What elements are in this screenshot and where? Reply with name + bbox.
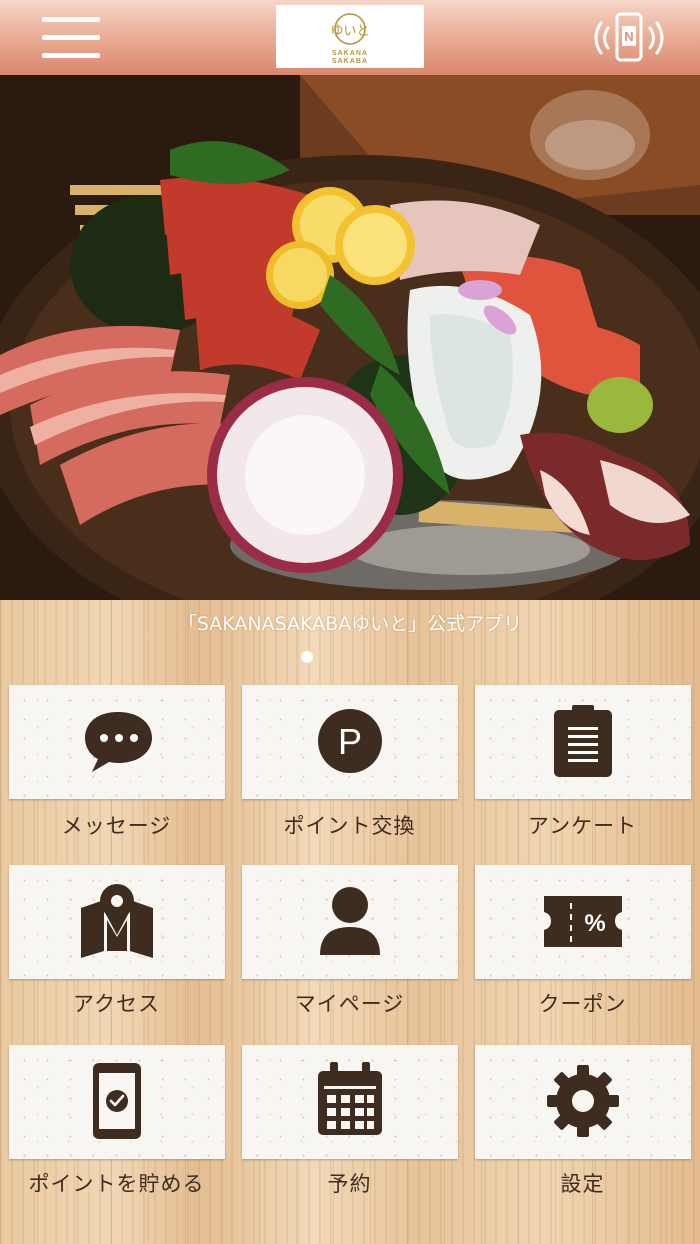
coupon-icon: %: [544, 896, 622, 947]
message-bubble-icon: [85, 712, 152, 772]
menu-label-survey: アンケート: [527, 814, 638, 838]
menu-tile-message[interactable]: [9, 685, 225, 799]
app-tagline: 「SAKANASAKABAゆいと」公式アプリ: [177, 613, 523, 635]
clipboard-icon: [554, 705, 612, 777]
menu-label-reservation: 予約: [327, 1172, 372, 1196]
logo-glyphs: ゆいと: [330, 24, 369, 39]
store-logo: ゆいと SAKANA SAKABA: [276, 5, 424, 68]
svg-text:N: N: [624, 29, 633, 44]
coupon-symbol: %: [584, 910, 605, 937]
gear-icon: [547, 1065, 619, 1137]
menu-tile-settings[interactable]: [475, 1045, 691, 1159]
menu-tile-earn-points[interactable]: [9, 1045, 225, 1159]
menu-label-message: メッセージ: [61, 814, 172, 838]
menu-label-coupon: クーポン: [538, 992, 627, 1016]
menu-label-settings: 設定: [560, 1172, 605, 1196]
menu-label-access: アクセス: [73, 992, 160, 1016]
calendar-icon: [318, 1062, 382, 1135]
menu-label-mypage: マイページ: [294, 992, 405, 1016]
menu-tile-point-exchange[interactable]: P: [242, 685, 458, 799]
menu-label-point-exchange: ポイント交換: [283, 814, 416, 838]
hamburger-icon[interactable]: [42, 14, 100, 62]
user-icon: [320, 887, 380, 955]
menu-tile-mypage[interactable]: [242, 865, 458, 979]
pager-dot[interactable]: [301, 651, 313, 663]
menu-tile-reservation[interactable]: [242, 1045, 458, 1159]
hero-sashimi-photo: [0, 75, 700, 600]
menu-tile-coupon[interactable]: %: [475, 865, 691, 979]
logo-text-line2: SAKABA: [332, 58, 368, 65]
phone-check-icon: [93, 1063, 141, 1139]
logo-text-line1: SAKANA: [332, 50, 368, 57]
app-header: ゆいと SAKANA SAKABA N: [0, 0, 700, 75]
point-coin-icon: P: [318, 709, 382, 773]
map-pin-icon: [81, 884, 153, 958]
menu-label-earn-points: ポイントを貯める: [28, 1172, 205, 1196]
nfc-phone-icon[interactable]: N: [590, 10, 668, 66]
menu-tile-survey[interactable]: [475, 685, 691, 799]
point-symbol: P: [338, 721, 362, 762]
menu-tile-access[interactable]: [9, 865, 225, 979]
